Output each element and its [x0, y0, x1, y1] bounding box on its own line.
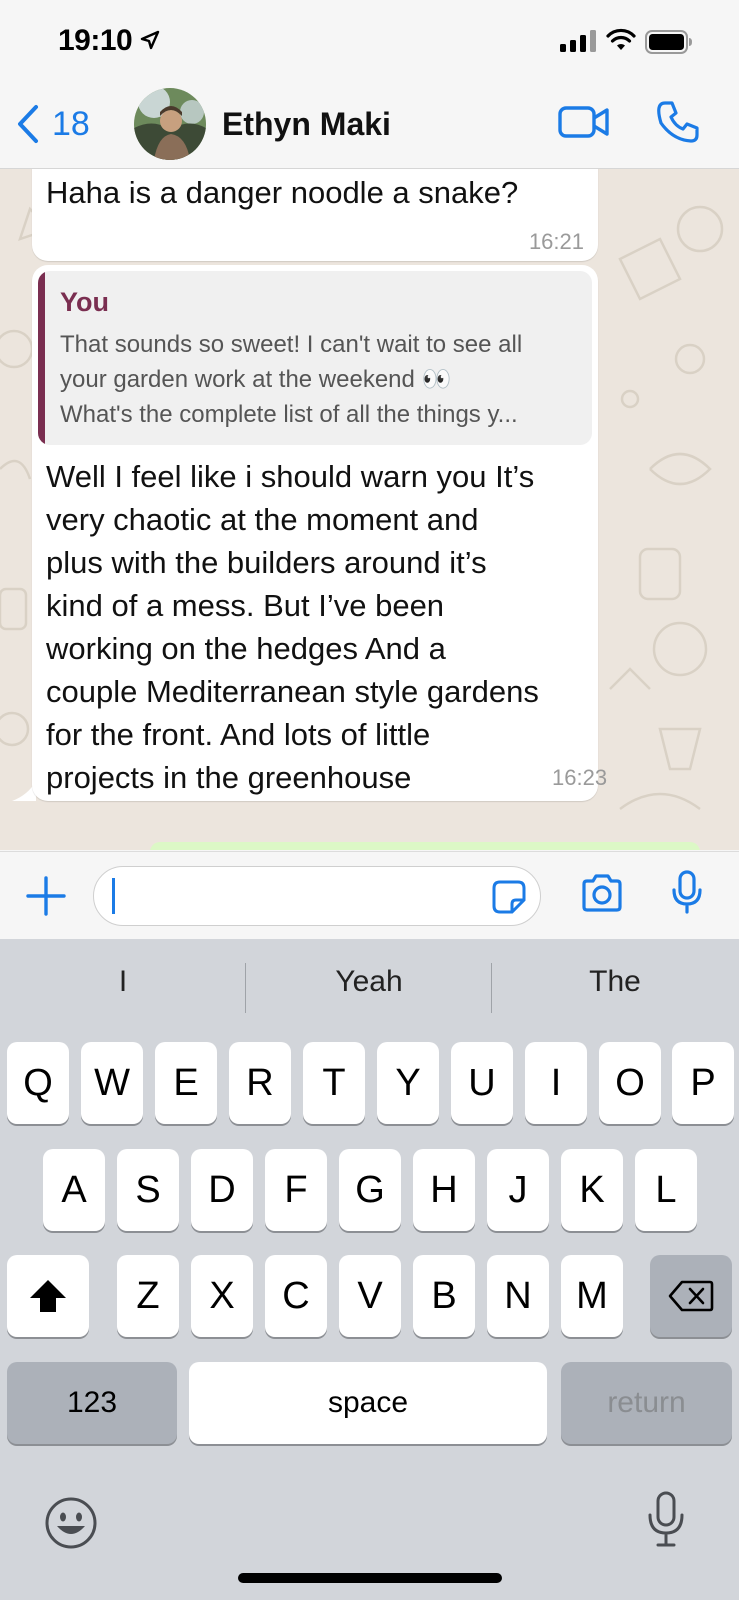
key-i[interactable]: I	[525, 1042, 587, 1124]
key-q[interactable]: Q	[7, 1042, 69, 1124]
battery-icon	[645, 30, 692, 54]
quoted-author: You	[60, 287, 109, 317]
key-s[interactable]: S	[117, 1149, 179, 1231]
camera-icon[interactable]	[580, 874, 624, 912]
key-m[interactable]: M	[561, 1255, 623, 1337]
phone-icon[interactable]	[656, 100, 700, 144]
message-line: couple Mediterranean style gardens	[46, 674, 539, 709]
quoted-line: your garden work at the weekend 👀	[60, 366, 452, 393]
numbers-key[interactable]: 123	[7, 1362, 177, 1444]
quote-bar	[38, 271, 45, 445]
key-n[interactable]: N	[487, 1255, 549, 1337]
status-time: 19:10	[58, 24, 133, 57]
message-timestamp: 16:23	[552, 765, 608, 790]
key-y[interactable]: Y	[377, 1042, 439, 1124]
message-input[interactable]	[93, 866, 541, 926]
location-arrow-icon	[140, 30, 160, 50]
cellular-signal-icon	[560, 30, 596, 52]
sticker-icon[interactable]	[492, 880, 526, 914]
unread-count: 18	[52, 104, 90, 143]
message-timestamp: 16:21	[528, 229, 584, 254]
key-z[interactable]: Z	[117, 1255, 179, 1337]
message-line: very chaotic at the moment and	[46, 502, 479, 537]
text-caret	[112, 878, 115, 914]
key-r[interactable]: R	[229, 1042, 291, 1124]
backspace-icon	[668, 1280, 714, 1312]
key-c[interactable]: C	[265, 1255, 327, 1337]
chat-header: 18 Ethyn Maki	[0, 84, 739, 169]
quoted-text: That sounds so sweet! I can't wait to se…	[60, 327, 584, 432]
contact-name[interactable]: Ethyn Maki	[222, 106, 391, 143]
emoji-icon[interactable]	[44, 1496, 98, 1550]
key-f[interactable]: F	[265, 1149, 327, 1231]
suggestion-3[interactable]: The	[492, 965, 738, 999]
status-bar: 19:10	[0, 0, 739, 84]
key-v[interactable]: V	[339, 1255, 401, 1337]
microphone-icon[interactable]	[671, 870, 703, 914]
message-bubble-outgoing-partial[interactable]	[150, 842, 700, 850]
wifi-icon	[606, 28, 636, 50]
message-text: Haha is a danger noodle a snake?	[46, 175, 519, 210]
key-h[interactable]: H	[413, 1149, 475, 1231]
keyboard: I Yeah The Q W E R T Y U I O P A S D F G…	[0, 939, 739, 1600]
quoted-line: What's the complete list of all the thin…	[60, 401, 518, 428]
key-k[interactable]: K	[561, 1149, 623, 1231]
key-a[interactable]: A	[43, 1149, 105, 1231]
message-line: plus with the builders around it’s	[46, 545, 487, 580]
message-line: for the front. And lots of little	[46, 717, 431, 752]
key-o[interactable]: O	[599, 1042, 661, 1124]
suggestion-2[interactable]: Yeah	[246, 965, 492, 999]
dictation-microphone-icon[interactable]	[646, 1491, 686, 1547]
suggestion-1[interactable]: I	[0, 965, 246, 999]
quoted-line: That sounds so sweet! I can't wait to se…	[60, 331, 523, 358]
plus-icon[interactable]	[26, 876, 66, 916]
key-e[interactable]: E	[155, 1042, 217, 1124]
message-line: projects in the greenhouse	[46, 760, 412, 795]
key-w[interactable]: W	[81, 1042, 143, 1124]
key-t[interactable]: T	[303, 1042, 365, 1124]
shift-icon	[30, 1280, 66, 1312]
key-d[interactable]: D	[191, 1149, 253, 1231]
key-l[interactable]: L	[635, 1149, 697, 1231]
key-b[interactable]: B	[413, 1255, 475, 1337]
chevron-left-icon	[18, 105, 38, 143]
chat-area[interactable]: Haha is a danger noodle a snake? 16:21 Y…	[0, 169, 739, 850]
message-line: working on the hedges And a	[46, 631, 446, 666]
return-key[interactable]: return	[561, 1362, 732, 1444]
back-button[interactable]: 18	[16, 104, 90, 144]
shift-key[interactable]	[7, 1255, 89, 1337]
space-key[interactable]: space	[189, 1362, 547, 1444]
message-bubble-incoming-reply[interactable]: You That sounds so sweet! I can't wait t…	[32, 265, 607, 801]
message-line: kind of a mess. But I’ve been	[46, 588, 445, 623]
message-text: Well I feel like i should warn you It’s …	[46, 455, 539, 799]
avatar[interactable]	[134, 88, 206, 160]
message-line: Well I feel like i should warn you It’s	[46, 459, 535, 494]
key-u[interactable]: U	[451, 1042, 513, 1124]
home-indicator[interactable]	[238, 1573, 502, 1583]
key-j[interactable]: J	[487, 1149, 549, 1231]
delete-key[interactable]	[650, 1255, 732, 1337]
message-bubble-incoming[interactable]: Haha is a danger noodle a snake? 16:21	[32, 169, 598, 261]
key-p[interactable]: P	[672, 1042, 734, 1124]
key-x[interactable]: X	[191, 1255, 253, 1337]
message-input-bar	[0, 851, 739, 939]
quoted-message[interactable]: You That sounds so sweet! I can't wait t…	[38, 271, 592, 445]
key-g[interactable]: G	[339, 1149, 401, 1231]
video-call-icon[interactable]	[558, 104, 610, 140]
